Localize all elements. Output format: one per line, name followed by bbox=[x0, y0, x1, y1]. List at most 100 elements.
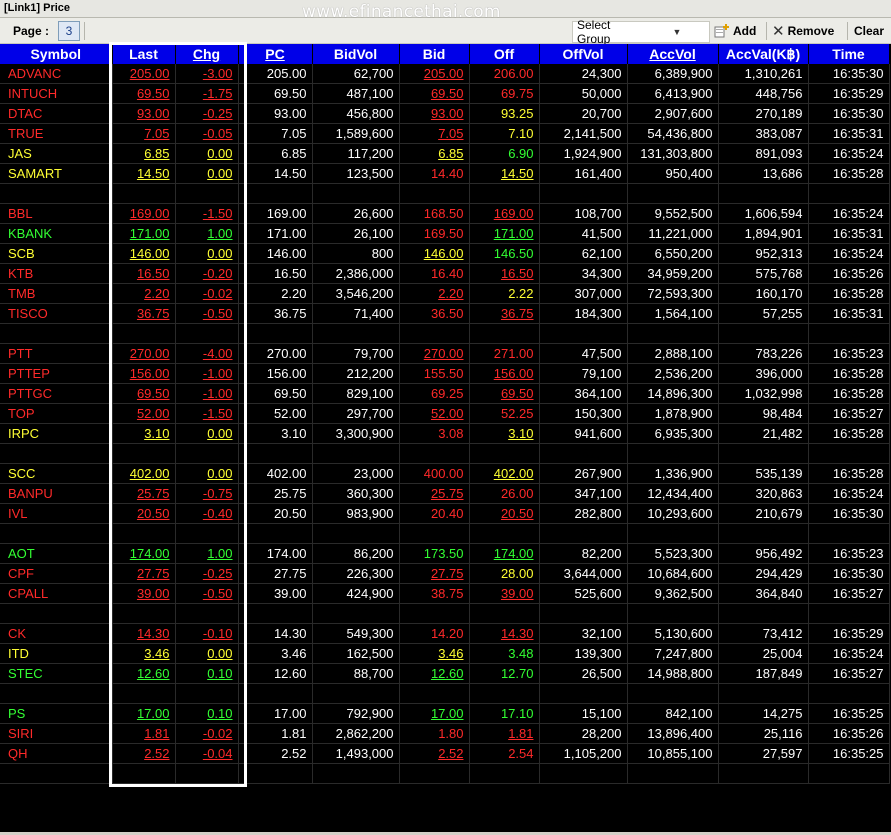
table-row[interactable]: PTTEP 156.00 -1.00 156.00 212,200 155.50 156.0… bbox=[0, 363, 890, 384]
table-body: ADVANC 205.00 -3.00 205.00 62,700 205.00 206.0… bbox=[0, 64, 890, 784]
cell-accvol: 34,959,200 bbox=[627, 263, 719, 284]
table-row-blank bbox=[0, 183, 890, 204]
cell-bidvol: 424,900 bbox=[312, 583, 400, 604]
table-row[interactable]: TOP 52.00 -1.50 52.00 297,700 52.00 52.25 150,3… bbox=[0, 403, 890, 424]
cell-bidvol: 297,700 bbox=[312, 403, 400, 424]
cell-last: 27.75 bbox=[112, 563, 176, 584]
column-header-accvol[interactable]: AccVol bbox=[627, 44, 719, 64]
table-row[interactable]: SIRI 1.81 -0.02 1.81 2,862,200 1.80 1.81 28,200… bbox=[0, 723, 890, 744]
table-row[interactable]: PTT 270.00 -4.00 270.00 79,700 270.00 271.00 47… bbox=[0, 343, 890, 364]
column-header-time[interactable]: Time bbox=[808, 44, 890, 64]
table-row[interactable]: DTAC 93.00 -0.25 93.00 456,800 93.00 93.25 20,7… bbox=[0, 103, 890, 124]
cell-offvol: 32,100 bbox=[539, 623, 628, 644]
column-header-off[interactable]: Off bbox=[469, 44, 540, 64]
clear-button[interactable]: Clear bbox=[854, 21, 884, 41]
column-header-chg[interactable]: Chg bbox=[175, 44, 239, 64]
table-row[interactable]: CPF 27.75 -0.25 27.75 226,300 27.75 28.00 3,644… bbox=[0, 563, 890, 584]
table-row[interactable]: TMB 2.20 -0.02 2.20 3,546,200 2.20 2.22 307,000… bbox=[0, 283, 890, 304]
cell-sym: PS bbox=[0, 703, 113, 724]
column-header-accval-k[interactable]: AccVal(K฿) bbox=[718, 44, 809, 64]
cell-bid: 69.25 bbox=[399, 383, 470, 404]
table-row[interactable]: BANPU 25.75 -0.75 25.75 360,300 25.75 26.00 347… bbox=[0, 483, 890, 504]
cell-off: 3.10 bbox=[469, 423, 540, 444]
cell-accval: 383,087 bbox=[718, 123, 809, 144]
cell-off: 402.00 bbox=[469, 463, 540, 484]
table-row[interactable]: BBL 169.00 -1.50 169.00 26,600 168.50 169.00 10… bbox=[0, 203, 890, 224]
cell-off: 171.00 bbox=[469, 223, 540, 244]
column-header-offvol[interactable]: OffVol bbox=[539, 44, 628, 64]
cell-chg: 0.10 bbox=[175, 663, 239, 684]
table-row[interactable]: PTTGC 69.50 -1.00 69.50 829,100 69.25 69.50 364… bbox=[0, 383, 890, 404]
page-number-field[interactable]: 3 bbox=[58, 21, 80, 41]
column-header-bid[interactable]: Bid bbox=[399, 44, 470, 64]
cell-bidvol: 117,200 bbox=[312, 143, 400, 164]
cell-sym bbox=[0, 183, 113, 204]
table-row[interactable]: STEC 12.60 0.10 12.60 88,700 12.60 12.70 26,500… bbox=[0, 663, 890, 684]
cell-offvol: 79,100 bbox=[539, 363, 628, 384]
cell-accval: 160,170 bbox=[718, 283, 809, 304]
cell-last: 174.00 bbox=[112, 543, 176, 564]
table-row[interactable]: KBANK 171.00 1.00 171.00 26,100 169.50 171.00 4… bbox=[0, 223, 890, 244]
table-row[interactable]: QH 2.52 -0.04 2.52 1,493,000 2.52 2.54 1,105,20… bbox=[0, 743, 890, 764]
remove-button[interactable]: ✕ Remove bbox=[772, 21, 834, 41]
cell-pc: 14.30 bbox=[238, 623, 313, 644]
cell-accvol bbox=[627, 603, 719, 624]
table-row[interactable]: KTB 16.50 -0.20 16.50 2,386,000 16.40 16.50 34,… bbox=[0, 263, 890, 284]
cell-pc bbox=[238, 683, 313, 704]
cell-offvol: 24,300 bbox=[539, 64, 628, 84]
column-header-bidvol[interactable]: BidVol bbox=[312, 44, 400, 64]
cell-accvol: 950,400 bbox=[627, 163, 719, 184]
cell-sym: SIRI bbox=[0, 723, 113, 744]
table-row[interactable]: ADVANC 205.00 -3.00 205.00 62,700 205.00 206.0… bbox=[0, 64, 890, 84]
select-group-dropdown[interactable]: Select Group ▼ bbox=[572, 18, 710, 46]
cell-sym bbox=[0, 603, 113, 624]
cell-bidvol: 26,600 bbox=[312, 203, 400, 224]
cell-offvol: 26,500 bbox=[539, 663, 628, 684]
cell-off: 26.00 bbox=[469, 483, 540, 504]
cell-bid: 2.20 bbox=[399, 283, 470, 304]
table-row[interactable]: JAS 6.85 0.00 6.85 117,200 6.85 6.90 1,924,900 1… bbox=[0, 143, 890, 164]
cell-bid: 1.80 bbox=[399, 723, 470, 744]
table-row[interactable]: ITD 3.46 0.00 3.46 162,500 3.46 3.48 139,300 7,2… bbox=[0, 643, 890, 664]
cell-bid: 69.50 bbox=[399, 83, 470, 104]
cell-pc: 270.00 bbox=[238, 343, 313, 364]
cell-accval: 21,482 bbox=[718, 423, 809, 444]
cell-sym: TRUE bbox=[0, 123, 113, 144]
cell-sym bbox=[0, 443, 113, 464]
cell-chg bbox=[175, 603, 239, 624]
table-row[interactable]: TRUE 7.05 -0.05 7.05 1,589,600 7.05 7.10 2,141,… bbox=[0, 123, 890, 144]
cell-sym: PTT bbox=[0, 343, 113, 364]
cell-accvol: 842,100 bbox=[627, 703, 719, 724]
column-header-last[interactable]: Last bbox=[112, 44, 176, 64]
cell-bid bbox=[399, 323, 470, 344]
cell-pc: 174.00 bbox=[238, 543, 313, 564]
table-row[interactable]: AOT 174.00 1.00 174.00 86,200 173.50 174.00 82,… bbox=[0, 543, 890, 564]
table-row[interactable]: IRPC 3.10 0.00 3.10 3,300,900 3.08 3.10 941,600… bbox=[0, 423, 890, 444]
table-row[interactable]: TISCO 36.75 -0.50 36.75 71,400 36.50 36.75 184,… bbox=[0, 303, 890, 324]
cell-pc: 17.00 bbox=[238, 703, 313, 724]
table-row[interactable]: CPALL 39.00 -0.50 39.00 424,900 38.75 39.00 525… bbox=[0, 583, 890, 604]
cell-offvol: 41,500 bbox=[539, 223, 628, 244]
table-row[interactable]: PS 17.00 0.10 17.00 792,900 17.00 17.10 15,100 8… bbox=[0, 703, 890, 724]
cell-sym: SAMART bbox=[0, 163, 113, 184]
cell-time bbox=[808, 683, 890, 704]
table-row[interactable]: INTUCH 69.50 -1.75 69.50 487,100 69.50 69.75 50… bbox=[0, 83, 890, 104]
table-row[interactable]: SCC 402.00 0.00 402.00 23,000 400.00 402.00 267… bbox=[0, 463, 890, 484]
cell-sym: TISCO bbox=[0, 303, 113, 324]
add-button[interactable]: Add bbox=[714, 21, 756, 41]
table-row[interactable]: SAMART 14.50 0.00 14.50 123,500 14.40 14.50 161… bbox=[0, 163, 890, 184]
table-row[interactable]: IVL 20.50 -0.40 20.50 983,900 20.40 20.50 282,8… bbox=[0, 503, 890, 524]
table-row[interactable]: SCB 146.00 0.00 146.00 800 146.00 146.50 62,100… bbox=[0, 243, 890, 264]
table-row[interactable]: CK 14.30 -0.10 14.30 549,300 14.20 14.30 32,100… bbox=[0, 623, 890, 644]
cell-sym bbox=[0, 763, 113, 784]
cell-pc bbox=[238, 603, 313, 624]
cell-accvol: 5,523,300 bbox=[627, 543, 719, 564]
cell-off: 20.50 bbox=[469, 503, 540, 524]
cell-accval: 1,894,901 bbox=[718, 223, 809, 244]
cell-time: 16:35:26 bbox=[808, 723, 890, 744]
column-header-pc[interactable]: PC bbox=[238, 44, 313, 64]
toolbar-separator bbox=[766, 22, 767, 40]
column-header-symbol[interactable]: Symbol bbox=[0, 44, 113, 64]
cell-bid: 169.50 bbox=[399, 223, 470, 244]
cell-off: 174.00 bbox=[469, 543, 540, 564]
